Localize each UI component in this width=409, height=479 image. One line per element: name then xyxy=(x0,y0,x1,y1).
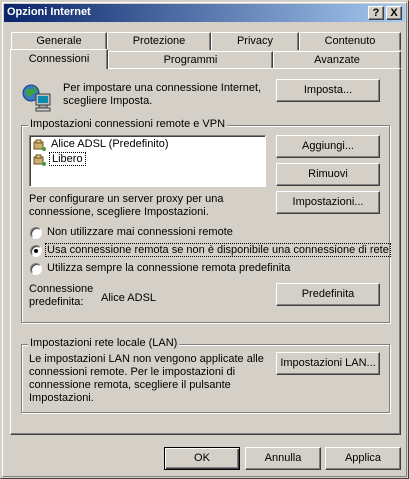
dialog-window: Opzioni Internet ? X Generale Protezione… xyxy=(0,0,409,479)
tab-avanzate[interactable]: Avanzate xyxy=(273,51,401,69)
dialup-connection-icon xyxy=(33,139,47,152)
apply-button[interactable]: Applica xyxy=(325,447,401,470)
radio-dial-when-no-network-label: Usa connessione remota se non è disponib… xyxy=(45,243,391,257)
dialup-legend: Impostazioni connessioni remote e VPN xyxy=(28,118,228,130)
connection-item-alice[interactable]: Alice ADSL (Predefinito) xyxy=(51,138,169,150)
remove-connection-button[interactable]: Rimuovi xyxy=(276,163,380,186)
help-button[interactable]: ? xyxy=(368,6,384,20)
setup-button[interactable]: Imposta... xyxy=(276,79,380,102)
tab-connessioni[interactable]: Connessioni xyxy=(10,49,108,69)
lan-description: Le impostazioni LAN non vengono applicat… xyxy=(29,353,264,404)
tab-protezione[interactable]: Protezione xyxy=(107,32,211,50)
tab-programmi[interactable]: Programmi xyxy=(108,51,273,69)
ok-button[interactable]: OK xyxy=(164,447,240,470)
window-title: Opzioni Internet xyxy=(7,6,91,18)
close-button[interactable]: X xyxy=(386,6,402,20)
title-bar[interactable]: Opzioni Internet ? X xyxy=(4,4,405,22)
tab-connessioni-label: Connessioni xyxy=(28,53,90,65)
tab-generale[interactable]: Generale xyxy=(11,32,107,50)
lan-legend: Impostazioni rete locale (LAN) xyxy=(28,337,180,349)
radio-never-dial[interactable] xyxy=(30,227,42,239)
network-globe-icon xyxy=(21,81,53,113)
lan-settings-button[interactable]: Impostazioni LAN... xyxy=(276,352,380,375)
radio-always-dial[interactable] xyxy=(30,263,42,275)
proxy-settings-description: Per configurare un server proxy per una … xyxy=(29,193,224,218)
set-default-button[interactable]: Predefinita xyxy=(276,283,380,306)
connection-list[interactable]: Alice ADSL (Predefinito) Libero xyxy=(29,135,266,187)
default-connection-value: Alice ADSL xyxy=(101,292,157,304)
radio-never-dial-label: Non utilizzare mai connessioni remote xyxy=(47,226,233,238)
radio-always-dial-label: Utilizza sempre la connessione remota pr… xyxy=(47,262,291,274)
dialup-connection-icon xyxy=(33,154,47,167)
add-connection-button[interactable]: Aggiungi... xyxy=(276,135,380,158)
connection-item-libero[interactable]: Libero xyxy=(49,152,86,166)
radio-dial-when-no-network[interactable] xyxy=(30,245,42,257)
tab-contenuto[interactable]: Contenuto xyxy=(299,32,401,50)
tab-privacy[interactable]: Privacy xyxy=(211,32,299,50)
default-connection-label: Connessione predefinita: xyxy=(29,283,94,308)
cancel-button[interactable]: Annulla xyxy=(245,447,321,470)
setup-description: Per impostare una connessione Internet, … xyxy=(63,82,262,107)
dialup-settings-button[interactable]: Impostazioni... xyxy=(276,191,380,214)
